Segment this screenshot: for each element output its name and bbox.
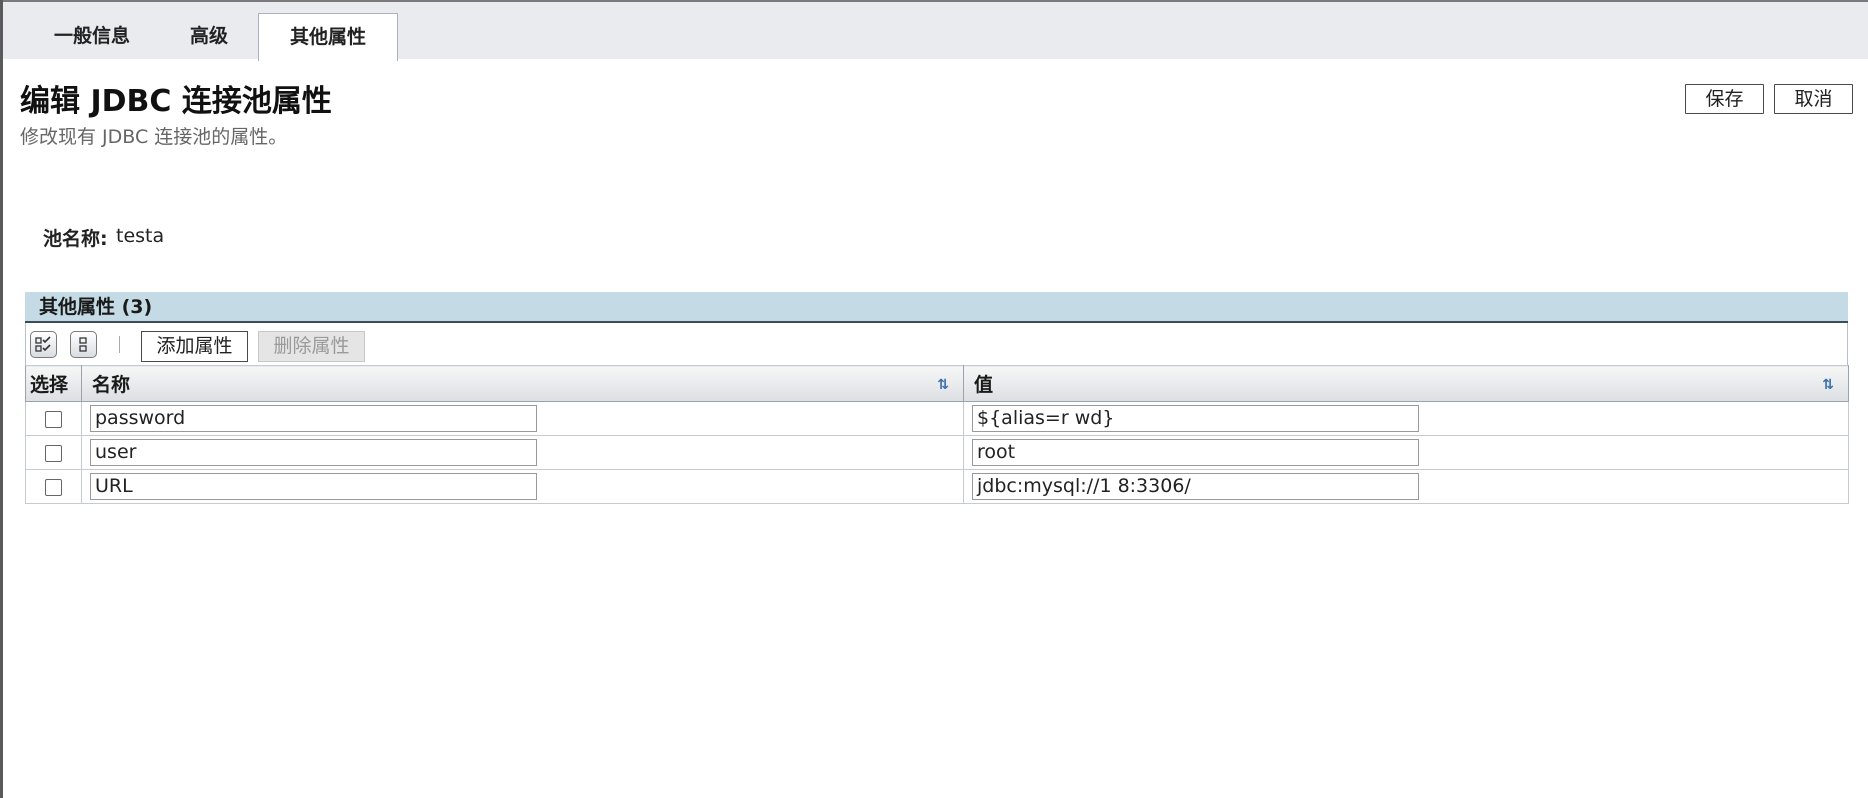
delete-property-button: 删除属性 <box>258 331 365 362</box>
sort-icon[interactable]: ⇅ <box>1822 377 1834 393</box>
deselect-all-icon[interactable] <box>70 331 97 358</box>
deselect-all-glyph <box>79 337 87 352</box>
row-checkbox[interactable] <box>45 445 62 462</box>
column-header-value[interactable]: 值 ⇅ <box>963 365 1849 402</box>
tab-general[interactable]: 一般信息 <box>27 13 157 59</box>
property-name-input[interactable]: user <box>90 439 537 466</box>
select-all-icon[interactable] <box>30 331 57 358</box>
column-header-name-label: 名称 <box>92 374 131 396</box>
column-header-select: 选择 <box>25 365 82 402</box>
panel-title: 其他属性 (3) <box>25 292 1848 323</box>
name-cell: user <box>81 435 964 470</box>
page-title: 编辑 JDBC 连接池属性 <box>20 84 332 119</box>
tab-advanced[interactable]: 高级 <box>163 13 255 59</box>
row-checkbox[interactable] <box>45 479 62 496</box>
select-all-glyph <box>35 336 51 352</box>
tab-additional-properties[interactable]: 其他属性 <box>258 13 398 61</box>
property-value-input[interactable]: jdbc:mysql://1 8:3306/ <box>972 473 1419 500</box>
properties-table: 选择 名称 ⇅ 值 ⇅ password ${alias=r wd} user … <box>25 365 1849 504</box>
cancel-button[interactable]: 取消 <box>1774 84 1853 114</box>
additional-properties-panel: 其他属性 (3) 添加属性 删除属性 选择 名称 ⇅ 值 ⇅ password … <box>25 292 1849 510</box>
sort-icon[interactable]: ⇅ <box>937 377 949 393</box>
pool-name-label: 池名称: <box>43 228 108 250</box>
column-header-value-label: 值 <box>974 374 994 396</box>
value-cell: ${alias=r wd} <box>963 401 1849 436</box>
property-name-input[interactable]: password <box>90 405 537 432</box>
table-row: user root <box>25 435 1849 470</box>
tab-bar: 一般信息 高级 其他属性 <box>3 2 1868 61</box>
column-header-name[interactable]: 名称 ⇅ <box>81 365 964 402</box>
value-cell: jdbc:mysql://1 8:3306/ <box>963 469 1849 504</box>
property-value-input[interactable]: ${alias=r wd} <box>972 405 1419 432</box>
property-value-input[interactable]: root <box>972 439 1419 466</box>
row-select-cell <box>25 401 82 436</box>
row-select-cell <box>25 435 82 470</box>
page-description: 修改现有 JDBC 连接池的属性。 <box>20 126 288 148</box>
save-button[interactable]: 保存 <box>1685 84 1764 114</box>
property-name-input[interactable]: URL <box>90 473 537 500</box>
table-row: URL jdbc:mysql://1 8:3306/ <box>25 469 1849 504</box>
value-cell: root <box>963 435 1849 470</box>
toolbar-separator <box>119 336 120 353</box>
row-select-cell <box>25 469 82 504</box>
name-cell: URL <box>81 469 964 504</box>
window-left-border <box>0 0 3 798</box>
table-header-row: 选择 名称 ⇅ 值 ⇅ <box>25 365 1849 402</box>
table-row: password ${alias=r wd} <box>25 401 1849 436</box>
add-property-button[interactable]: 添加属性 <box>141 331 248 362</box>
row-checkbox[interactable] <box>45 411 62 428</box>
name-cell: password <box>81 401 964 436</box>
pool-name-value: testa <box>116 225 165 247</box>
table-toolbar: 添加属性 删除属性 <box>25 323 1848 365</box>
